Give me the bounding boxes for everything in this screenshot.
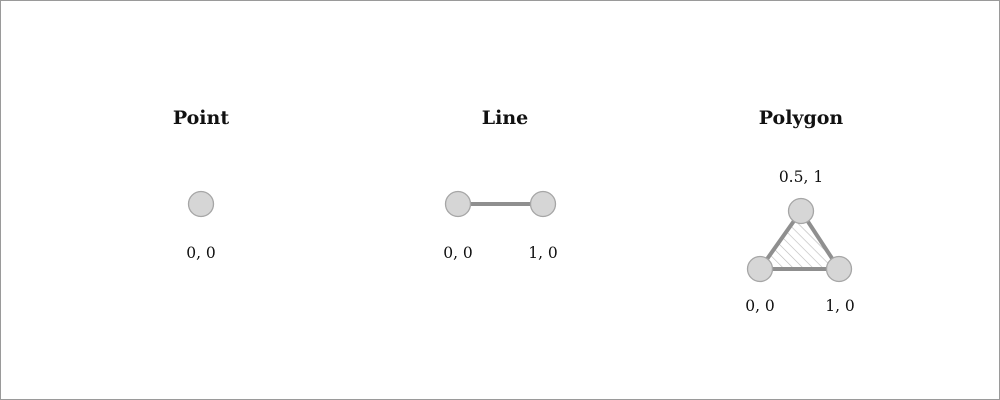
diagram-frame: Point 0, 0 Line 0, 0 1, 0 Polygon 0.5, 1… — [0, 0, 1000, 400]
line-start-label: 0, 0 — [443, 244, 473, 262]
point-title: Point — [173, 107, 229, 129]
point-vertex — [187, 190, 215, 218]
line-title: Line — [482, 107, 528, 129]
line-panel: Line 0, 0 1, 0 — [443, 107, 558, 262]
line-end-vertex — [529, 190, 557, 218]
point-coord-label: 0, 0 — [186, 244, 216, 262]
polygon-top-vertex — [787, 197, 815, 225]
line-end-label: 1, 0 — [528, 244, 558, 262]
polygon-left-label: 0, 0 — [745, 297, 775, 315]
polygon-title: Polygon — [759, 107, 844, 129]
geometry-types-diagram: Point 0, 0 Line 0, 0 1, 0 Polygon 0.5, 1… — [173, 107, 855, 315]
polygon-right-label: 1, 0 — [825, 297, 855, 315]
polygon-top-label: 0.5, 1 — [779, 168, 823, 186]
polygon-panel: Polygon 0.5, 1 0, 0 1, 0 — [745, 107, 855, 315]
polygon-right-vertex — [825, 255, 853, 283]
point-panel: Point 0, 0 — [173, 107, 229, 262]
polygon-left-vertex — [746, 255, 774, 283]
line-start-vertex — [444, 190, 472, 218]
